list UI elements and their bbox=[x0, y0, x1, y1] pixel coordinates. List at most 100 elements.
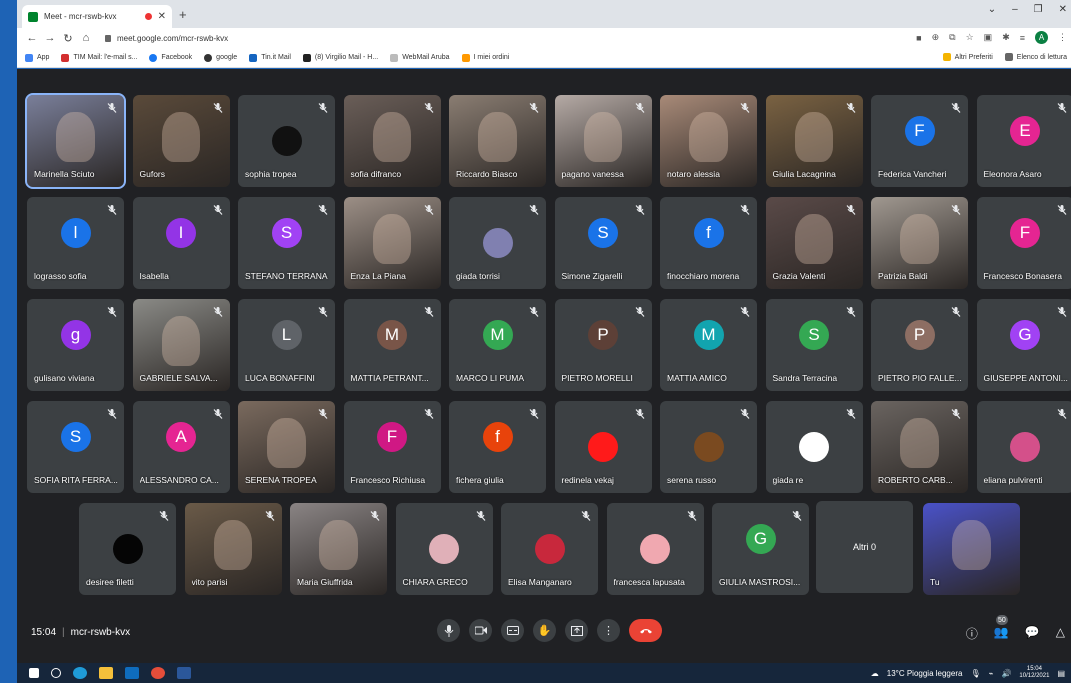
participant-tile[interactable]: f fichera giulia bbox=[449, 401, 546, 493]
participant-tile[interactable]: vito parisi bbox=[184, 503, 282, 595]
notifications-icon[interactable]: ▤ bbox=[1057, 669, 1065, 678]
participant-tile[interactable]: sofia difranco bbox=[343, 95, 441, 187]
new-tab-button[interactable]: + bbox=[179, 7, 187, 22]
bookmark-elenco-lettura[interactable]: Elenco di lettura bbox=[1004, 53, 1067, 61]
participant-tile[interactable]: pagano vanessa bbox=[554, 95, 652, 187]
home-icon[interactable]: ⌂ bbox=[77, 32, 95, 44]
participant-tile[interactable]: L LUCA BONAFFINI bbox=[238, 299, 335, 391]
extension-icon[interactable]: ▣ bbox=[984, 32, 993, 43]
participant-tile[interactable]: E Eleonora Asaro bbox=[976, 95, 1071, 187]
participant-tile[interactable]: S Sandra Terracina bbox=[765, 299, 863, 391]
participant-tile[interactable]: Grazia Valenti bbox=[765, 197, 863, 289]
reload-icon[interactable]: ↻ bbox=[59, 32, 77, 45]
edge-icon[interactable] bbox=[73, 667, 87, 679]
participant-tile[interactable]: Maria Giuffrida bbox=[290, 503, 387, 595]
participant-tile[interactable]: CHIARA GRECO bbox=[395, 503, 493, 595]
participant-tile[interactable]: redinela vekaj bbox=[554, 401, 652, 493]
word-icon[interactable] bbox=[177, 667, 191, 679]
tab-search-button[interactable]: ⌄ bbox=[988, 4, 996, 15]
raise-hand-button[interactable]: ✋ bbox=[533, 619, 556, 642]
participant-tile[interactable]: Giulia Lacagnina bbox=[765, 95, 863, 187]
file-explorer-icon[interactable] bbox=[99, 667, 113, 679]
bookmark-webmail-aruba[interactable]: WebMail Aruba bbox=[390, 53, 450, 62]
participant-tile[interactable]: desiree filetti bbox=[79, 503, 176, 595]
participant-tile[interactable]: eliana pulvirenti bbox=[976, 401, 1071, 493]
bookmark-google[interactable]: google bbox=[204, 53, 237, 62]
participant-tile[interactable]: P PIETRO PIO FALLE... bbox=[871, 299, 968, 391]
participant-tile[interactable]: Enza La Piana bbox=[343, 197, 441, 289]
participant-tile[interactable]: Gufors bbox=[132, 95, 230, 187]
participant-tile[interactable]: S STEFANO TERRANA bbox=[238, 197, 335, 289]
participant-tile[interactable]: A ALESSANDRO CA... bbox=[132, 401, 230, 493]
participant-tile[interactable]: F Francesco Bonasera bbox=[976, 197, 1071, 289]
puzzle-icon[interactable]: ✱ bbox=[1002, 32, 1010, 43]
outlook-icon[interactable] bbox=[125, 667, 139, 679]
participant-tile[interactable]: francesca lapusata bbox=[606, 503, 704, 595]
restore-button[interactable]: ❐ bbox=[1034, 4, 1043, 15]
url-field[interactable]: meet.google.com/mcr-rswb-kvx bbox=[105, 34, 228, 43]
more-participants-tile[interactable]: Altri 0 bbox=[816, 501, 913, 593]
participant-tile[interactable]: Tu bbox=[923, 503, 1020, 595]
forward-arrow-icon[interactable]: → bbox=[41, 32, 59, 44]
participant-tile[interactable]: F Federica Vancheri bbox=[871, 95, 968, 187]
share-icon[interactable]: ⧉ bbox=[949, 32, 955, 43]
activities-button[interactable]: △ bbox=[1056, 625, 1065, 642]
bookmark-virgilio-mail[interactable]: (8) Virgilio Mail - H... bbox=[302, 53, 378, 62]
more-options-button[interactable]: ⋮ bbox=[597, 619, 620, 642]
weather-text[interactable]: 13°C Pioggia leggera bbox=[887, 669, 963, 678]
participant-tile[interactable]: P PIETRO MORELLI bbox=[554, 299, 652, 391]
clock-area[interactable]: 15:04 10/12/2021 bbox=[1019, 666, 1049, 680]
participant-tile[interactable]: l lograsso sofia bbox=[27, 197, 124, 289]
participant-tile[interactable]: GABRIELE SALVA... bbox=[132, 299, 230, 391]
camera-button[interactable] bbox=[469, 619, 492, 642]
reading-list-icon[interactable]: ≡ bbox=[1020, 33, 1025, 43]
participant-tile[interactable]: serena russo bbox=[660, 401, 757, 493]
participant-tile[interactable]: M MATTIA AMICO bbox=[660, 299, 757, 391]
bookmark-tinit-mail[interactable]: Tin.it Mail bbox=[249, 53, 291, 62]
microphone-button[interactable] bbox=[437, 619, 460, 642]
participant-tile[interactable]: G GIULIA MASTROSI... bbox=[712, 503, 809, 595]
chrome-icon[interactable] bbox=[151, 667, 165, 679]
people-button[interactable]: 50 👥 bbox=[994, 615, 1009, 642]
participant-tile[interactable]: Elisa Manganaro bbox=[501, 503, 598, 595]
chat-button[interactable]: 💬 bbox=[1025, 625, 1040, 642]
participant-tile[interactable]: Patrizia Baldi bbox=[871, 197, 968, 289]
participant-tile[interactable]: I Isabella bbox=[132, 197, 230, 289]
bookmark-altri-preferiti[interactable]: Altri Preferiti bbox=[942, 53, 993, 61]
present-screen-button[interactable] bbox=[565, 619, 588, 642]
bookmark-apps[interactable]: App bbox=[25, 53, 49, 62]
participant-tile[interactable]: Riccardo Biasco bbox=[449, 95, 546, 187]
participant-tile[interactable]: SERENA TROPEA bbox=[238, 401, 335, 493]
volume-icon[interactable]: 🔊 bbox=[1001, 669, 1011, 678]
participant-tile[interactable]: giada re bbox=[765, 401, 863, 493]
close-tab-icon[interactable]: ✕ bbox=[158, 11, 166, 22]
participant-tile[interactable]: giada torrisi bbox=[449, 197, 546, 289]
network-icon[interactable]: ⌁ bbox=[989, 669, 994, 678]
participant-tile[interactable]: g gulisano viviana bbox=[27, 299, 124, 391]
participant-tile[interactable]: F Francesco Richiusa bbox=[343, 401, 441, 493]
zoom-icon[interactable]: ⊕ bbox=[932, 32, 940, 43]
menu-icon[interactable]: ⋮ bbox=[1058, 32, 1067, 43]
participant-tile[interactable]: M MARCO LI PUMA bbox=[449, 299, 546, 391]
participant-tile[interactable]: Marinella Sciuto bbox=[25, 93, 126, 189]
participant-tile[interactable]: sophia tropea bbox=[238, 95, 335, 187]
participant-tile[interactable]: notaro alessia bbox=[660, 95, 757, 187]
captions-button[interactable] bbox=[501, 619, 524, 642]
search-icon[interactable] bbox=[51, 668, 61, 678]
windows-start-icon[interactable] bbox=[29, 668, 39, 678]
participant-tile[interactable]: S SOFIA RITA FERRA... bbox=[27, 401, 124, 493]
minimize-button[interactable]: – bbox=[1012, 4, 1018, 15]
meeting-details-button[interactable]: ⓘ bbox=[966, 625, 978, 642]
participant-tile[interactable]: S Simone Zigarelli bbox=[554, 197, 652, 289]
participant-tile[interactable]: G GIUSEPPE ANTONI... bbox=[976, 299, 1071, 391]
participant-tile[interactable]: M MATTIA PETRANT... bbox=[343, 299, 441, 391]
close-window-button[interactable]: ✕ bbox=[1059, 4, 1067, 15]
participant-tile[interactable]: ROBERTO CARB... bbox=[871, 401, 968, 493]
back-arrow-icon[interactable]: ← bbox=[23, 32, 41, 44]
star-icon[interactable]: ☆ bbox=[966, 32, 974, 43]
profile-avatar[interactable]: A bbox=[1035, 31, 1048, 44]
bookmark-facebook[interactable]: Facebook bbox=[149, 53, 192, 62]
participant-tile[interactable]: f finocchiaro morena bbox=[660, 197, 757, 289]
browser-tab-meet[interactable]: Meet - mcr-rswb-kvx ✕ bbox=[22, 5, 172, 28]
mic-tray-icon[interactable]: 🎙 bbox=[970, 669, 980, 678]
